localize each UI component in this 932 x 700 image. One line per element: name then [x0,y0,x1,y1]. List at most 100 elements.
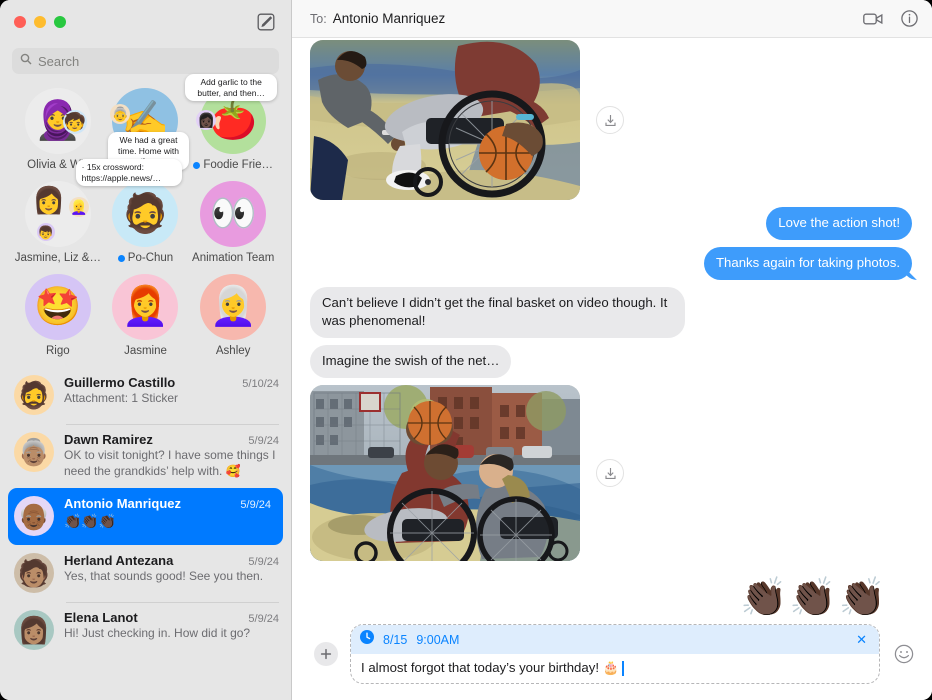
message-thread: Love the action shot! Thanks again for t… [292,0,932,616]
pinned-avatar-secondary: 👱‍♀️ [68,197,89,217]
conversation-top-row: Elena Lanot 5/9/24 [64,610,279,625]
pinned-conversations: 🧕 🧒 Olivia & Will ✍️ 👵 We had a great time. H… [0,74,291,365]
conversation-header: To: Antonio Manriquez [292,0,932,38]
conversation-body: Guillermo Castillo 5/10/24 Attachment: 1 S… [64,375,279,415]
message-bubble-outgoing[interactable]: Thanks again for taking photos. [703,247,912,281]
conversation-pane: To: Antonio Manriquez Love the action sh… [292,0,932,700]
sticker-reactions: 👏🏿 👏🏿 👏🏿 [310,579,912,616]
pinned-preview-bubble: Add garlic to the butter, and then… [185,74,277,102]
close-button[interactable] [14,16,26,28]
conversation-name: Elena Lanot [64,610,138,626]
message-row-out-1: Love the action shot! [310,207,912,241]
pinned-conversation-animation-team[interactable]: 👀 Animation Team [189,181,277,264]
message-input[interactable]: I almost forgot that today’s your birthd… [351,654,879,683]
unread-indicator [193,161,201,169]
pinned-conversation-rigo[interactable]: 🤩 Rigo [14,274,102,357]
conversation-preview: OK to visit tonight? I have some things … [64,448,276,478]
photo-image-2[interactable] [310,385,580,562]
pinned-avatar: 👩 👱‍♀️ 👦 [24,181,91,247]
minimize-button[interactable] [34,16,46,28]
pinned-conversation-label: Po-Chun [117,252,174,264]
conversation-name: Antonio Manriquez [64,496,181,512]
photo-image-1[interactable] [310,40,580,200]
traffic-lights [14,16,66,28]
conversation-body: Herland Antezana 5/9/24 Yes, that sounds g… [64,553,279,593]
pinned-avatar: 🧕 🧒 [24,88,91,154]
pinned-conversation-foodie-frie[interactable]: 🍅 👩🏿 Add garlic to the butter, and then… Fo… [185,74,277,171]
conversation-preview: 👏🏿👏🏿👏🏿 [64,513,117,530]
conversation-date: 5/9/24 [248,435,279,447]
avatar: 🧑🏽 [14,553,54,594]
conversation-date: 5/9/24 [248,556,279,569]
pinned-name-text: Ashley [215,345,251,357]
pinned-avatar-tertiary: 👦 [36,223,55,241]
conversation-preview: Hi! Just checking in. How did it go? [64,626,251,641]
header-actions [863,10,918,27]
conversation-list-item[interactable]: 🧑🏽 Herland Antezana 5/9/24 Yes, that sounds… [0,545,291,602]
pinned-conversation-ashley[interactable]: 👩‍🦳 Ashley [189,274,277,357]
pinned-conversation-label: Animation Team [192,252,274,264]
pinned-conversation-jasmine-liz[interactable]: 👩 👱‍♀️ 👦 Jasmine, Liz &… [14,181,102,264]
conversation-list-item[interactable]: 👵🏽 Dawn Ramirez 5/9/24 OK to visit tonight?… [0,424,291,488]
search-input[interactable]: Search [12,48,279,74]
messages-window: Search 🧕 🧒 Olivia & Will ✍️ 👵 We had a great … [0,0,932,700]
sticker[interactable]: 👏🏿 [839,579,886,616]
video-camera-icon[interactable] [863,12,883,26]
pinned-name-text: Jasmine [124,345,167,357]
conversation-list-item[interactable]: 👩🏽 Elena Lanot 5/9/24 Hi! Just checking in.… [0,602,291,659]
conversation-list-item[interactable]: 👴🏾 Antonio Manriquez 5/9/24 👏🏿👏🏿👏🏿 [8,488,283,546]
zoom-button[interactable] [54,16,66,28]
wheelchair-basketball-photo-2 [310,385,580,562]
text-caret [622,660,624,676]
pinned-avatar: 👩‍🦰 [112,274,179,340]
photo-attachment-2 [310,385,624,562]
close-icon[interactable]: ✕ [854,633,869,646]
pinned-avatar: 👩‍🦳 [200,274,267,340]
pinned-avatar-secondary: 👵 [110,104,131,124]
pinned-name-text: Po-Chun [127,252,174,264]
recipient-name[interactable]: Antonio Manriquez [333,11,446,26]
conversation-date: 5/9/24 [240,499,271,512]
conversation-list-item[interactable]: 🧔 Guillermo Castillo 5/10/24 Attachment: 1 … [0,367,291,424]
avatar: 👴🏾 [14,496,54,537]
info-icon[interactable] [901,10,918,27]
pinned-name-text: Foodie Frie… [203,159,273,171]
message-composer: 8/15 9:00AM ✕ I almost forgot that today… [292,616,932,700]
pinned-avatar: 🤩 [24,274,91,340]
search-placeholder: Search [38,53,80,69]
conversation-body: Dawn Ramirez 5/9/24 OK to visit tonight? I… [64,432,279,479]
conversation-top-row: Herland Antezana 5/9/24 [64,553,279,568]
pinned-conversation-label: Foodie Frie… [193,159,273,171]
pinned-conversation-jasmine[interactable]: 👩‍🦰 Jasmine [102,274,190,357]
pinned-conversation-label: Ashley [216,345,251,357]
conversation-preview: Attachment: 1 Sticker [64,391,179,405]
avatar: 👩🏽 [14,610,54,651]
sticker[interactable]: 👏🏿 [789,579,836,616]
message-row-photo-1 [310,40,912,200]
message-input-shell[interactable]: 8/15 9:00AM ✕ I almost forgot that today… [350,624,880,684]
pinned-name-text: Animation Team [192,252,275,264]
message-bubble-incoming[interactable]: Imagine the swish of the net… [310,345,512,379]
photo-attachment-1 [310,40,624,200]
download-icon[interactable] [596,459,624,488]
scheduled-send-bar[interactable]: 8/15 9:00AM ✕ [351,625,879,654]
emoji-smiley-icon[interactable] [892,642,916,666]
sticker[interactable]: 👏🏿 [740,579,787,616]
conversation-date: 5/10/24 [242,378,279,390]
message-row-out-2: Thanks again for taking photos. [310,247,912,281]
message-row-in-1: Can’t believe I didn’t get the final bas… [310,287,912,339]
message-bubble-outgoing[interactable]: Love the action shot! [766,207,912,241]
pinned-conversation-label: Jasmine, Liz &… [15,252,101,264]
plus-icon[interactable] [314,642,338,666]
pinned-avatar-secondary: 👩🏿 [196,110,217,130]
pinned-name-text: Rigo [46,345,70,357]
message-bubble-incoming[interactable]: Can’t believe I didn’t get the final bas… [310,287,685,339]
conversation-name: Herland Antezana [64,553,174,569]
draft-text: I almost forgot that today’s your birthd… [361,660,620,675]
download-icon[interactable] [596,106,624,134]
window-titlebar [0,0,291,44]
unread-indicator [117,254,125,262]
pinned-conversation-po-chun[interactable]: 🧔 · 15x crossword: https://apple.news/… Po… [75,159,190,264]
compose-icon[interactable] [255,11,277,33]
scheduled-time: 9:00AM [416,632,460,647]
